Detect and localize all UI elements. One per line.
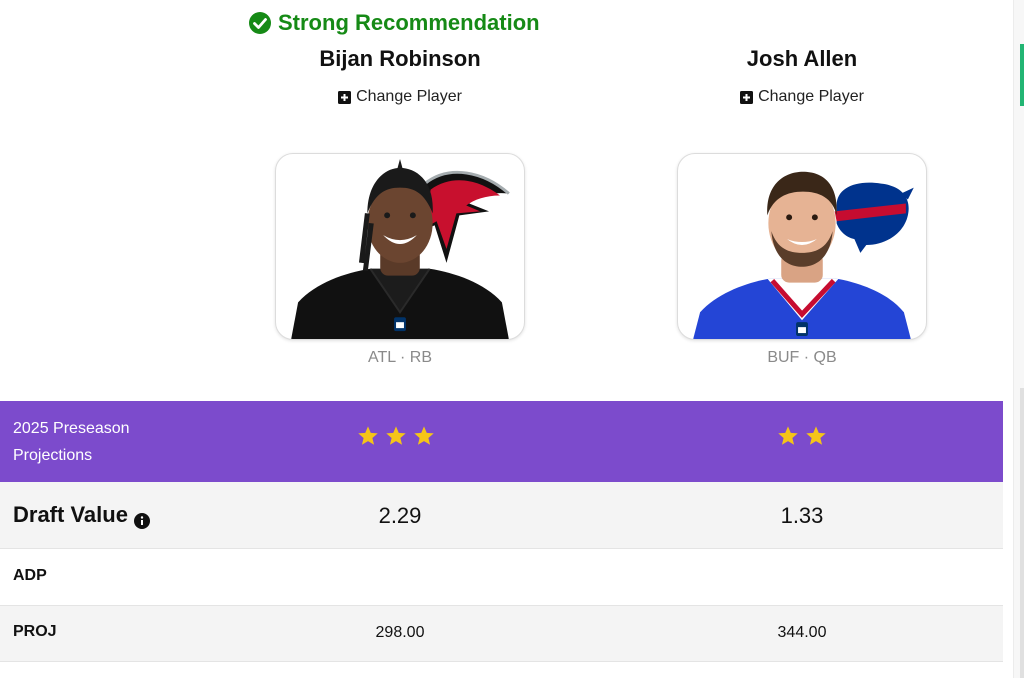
check-circle-icon xyxy=(248,11,272,35)
change-player-button[interactable]: Change Player xyxy=(338,86,462,108)
proj-player-2: 344.00 xyxy=(777,624,827,641)
star-rating-player-1 xyxy=(357,425,435,451)
draft-value-label-wrap: Draft Value xyxy=(13,502,150,529)
star-icon xyxy=(777,425,799,447)
proj-row: PROJ 298.00 344.00 xyxy=(0,606,1003,662)
plus-square-icon xyxy=(740,90,754,104)
player-headshot-image xyxy=(693,171,914,339)
recommendation-text: Strong Recommendation xyxy=(278,10,540,35)
player-name: Bijan Robinson xyxy=(319,46,481,71)
projections-label: 2025 Preseason Projections xyxy=(13,420,130,464)
info-icon[interactable] xyxy=(133,509,150,529)
star-icon xyxy=(413,425,435,447)
star-icon xyxy=(805,425,827,447)
proj-label: PROJ xyxy=(13,623,57,640)
scrollbar-thumb[interactable] xyxy=(1020,44,1024,106)
star-icon xyxy=(385,425,407,447)
proj-player-1: 298.00 xyxy=(375,624,425,641)
change-player-label: Change Player xyxy=(356,88,462,105)
plus-square-icon xyxy=(338,90,352,104)
star-icon xyxy=(357,425,379,447)
adp-label: ADP xyxy=(13,567,47,584)
player-photo xyxy=(677,153,927,340)
draft-value-label: Draft Value xyxy=(13,502,128,527)
draft-value-player-1: 2.29 xyxy=(378,503,422,528)
change-player-button[interactable]: Change Player xyxy=(740,86,864,108)
recommendation-banner: Strong Recommendation xyxy=(248,10,540,36)
projections-header-band: 2025 Preseason Projections xyxy=(0,401,1003,482)
player-name: Josh Allen xyxy=(746,46,858,71)
player-headshot-image xyxy=(291,158,510,339)
team-position-label: ATL · RB xyxy=(367,349,432,366)
change-player-label: Change Player xyxy=(758,88,864,105)
player-column-1: Bijan Robinson Change Player xyxy=(265,44,535,109)
player-photo xyxy=(275,153,525,340)
draft-value-player-2: 1.33 xyxy=(780,503,824,528)
adp-row: ADP xyxy=(0,549,1003,606)
player-column-2: Josh Allen Change Player xyxy=(667,44,937,109)
draft-value-row: Draft Value 2.29 1.33 xyxy=(0,482,1003,549)
team-position-label: BUF · QB xyxy=(767,349,837,366)
star-rating-player-2 xyxy=(777,425,827,451)
scrollbar-thumb-secondary[interactable] xyxy=(1020,388,1024,678)
bills-logo-icon xyxy=(834,182,914,253)
